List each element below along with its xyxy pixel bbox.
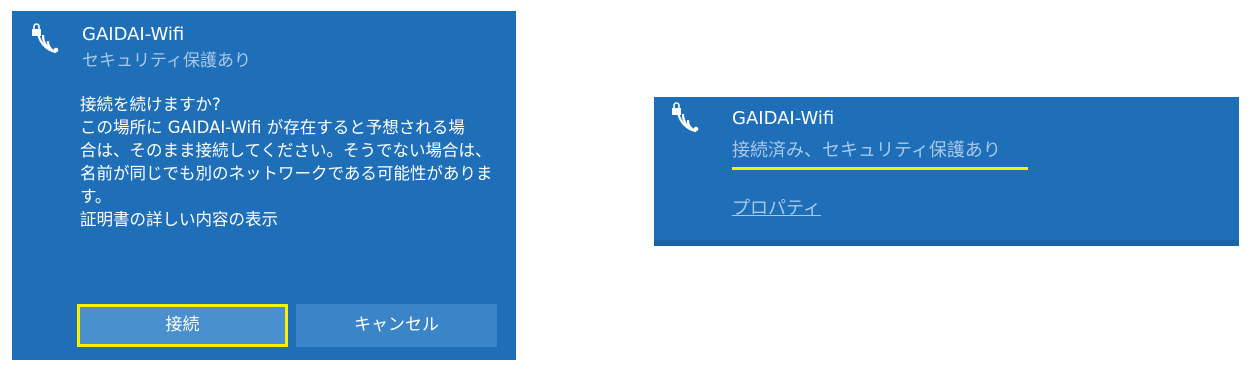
confirm-question: 接続を続けますか?: [80, 95, 221, 114]
connect-button[interactable]: 接続: [77, 304, 288, 347]
panel-bottom-edge: [654, 240, 1239, 246]
confirm-message: 接続を続けますか? この場所に GAIDAI-Wifi が存在すると予想される場…: [80, 93, 510, 231]
message-line: 合は、そのまま接続してください。そうでない場合は、: [80, 141, 492, 160]
wifi-connect-confirm-panel: GAIDAI-Wifi セキュリティ保護あり 接続を続けますか? この場所に G…: [12, 11, 516, 360]
wifi-connected-panel: GAIDAI-Wifi 接続済み、セキュリティ保護あり プロパティ: [654, 97, 1239, 246]
network-name: GAIDAI-Wifi: [732, 108, 835, 129]
properties-link[interactable]: プロパティ: [732, 197, 821, 221]
message-line: 名前が同じでも別のネットワークである可能性がありま: [80, 164, 493, 183]
message-line: す。: [80, 187, 112, 206]
wifi-secured-icon: [32, 23, 59, 54]
status-highlight-underline: [732, 167, 1028, 170]
network-name: GAIDAI-Wifi: [82, 24, 185, 45]
screenshot-stage: GAIDAI-Wifi セキュリティ保護あり 接続を続けますか? この場所に G…: [0, 0, 1255, 375]
message-line: この場所に GAIDAI-Wifi が存在すると予想される場: [80, 118, 465, 137]
cancel-button[interactable]: キャンセル: [296, 304, 497, 347]
show-certificate-link[interactable]: 証明書の詳しい内容の表示: [80, 208, 510, 231]
security-status: セキュリティ保護あり: [82, 51, 251, 71]
wifi-secured-icon: [672, 102, 699, 133]
connection-status: 接続済み、セキュリティ保護あり: [732, 140, 1001, 161]
